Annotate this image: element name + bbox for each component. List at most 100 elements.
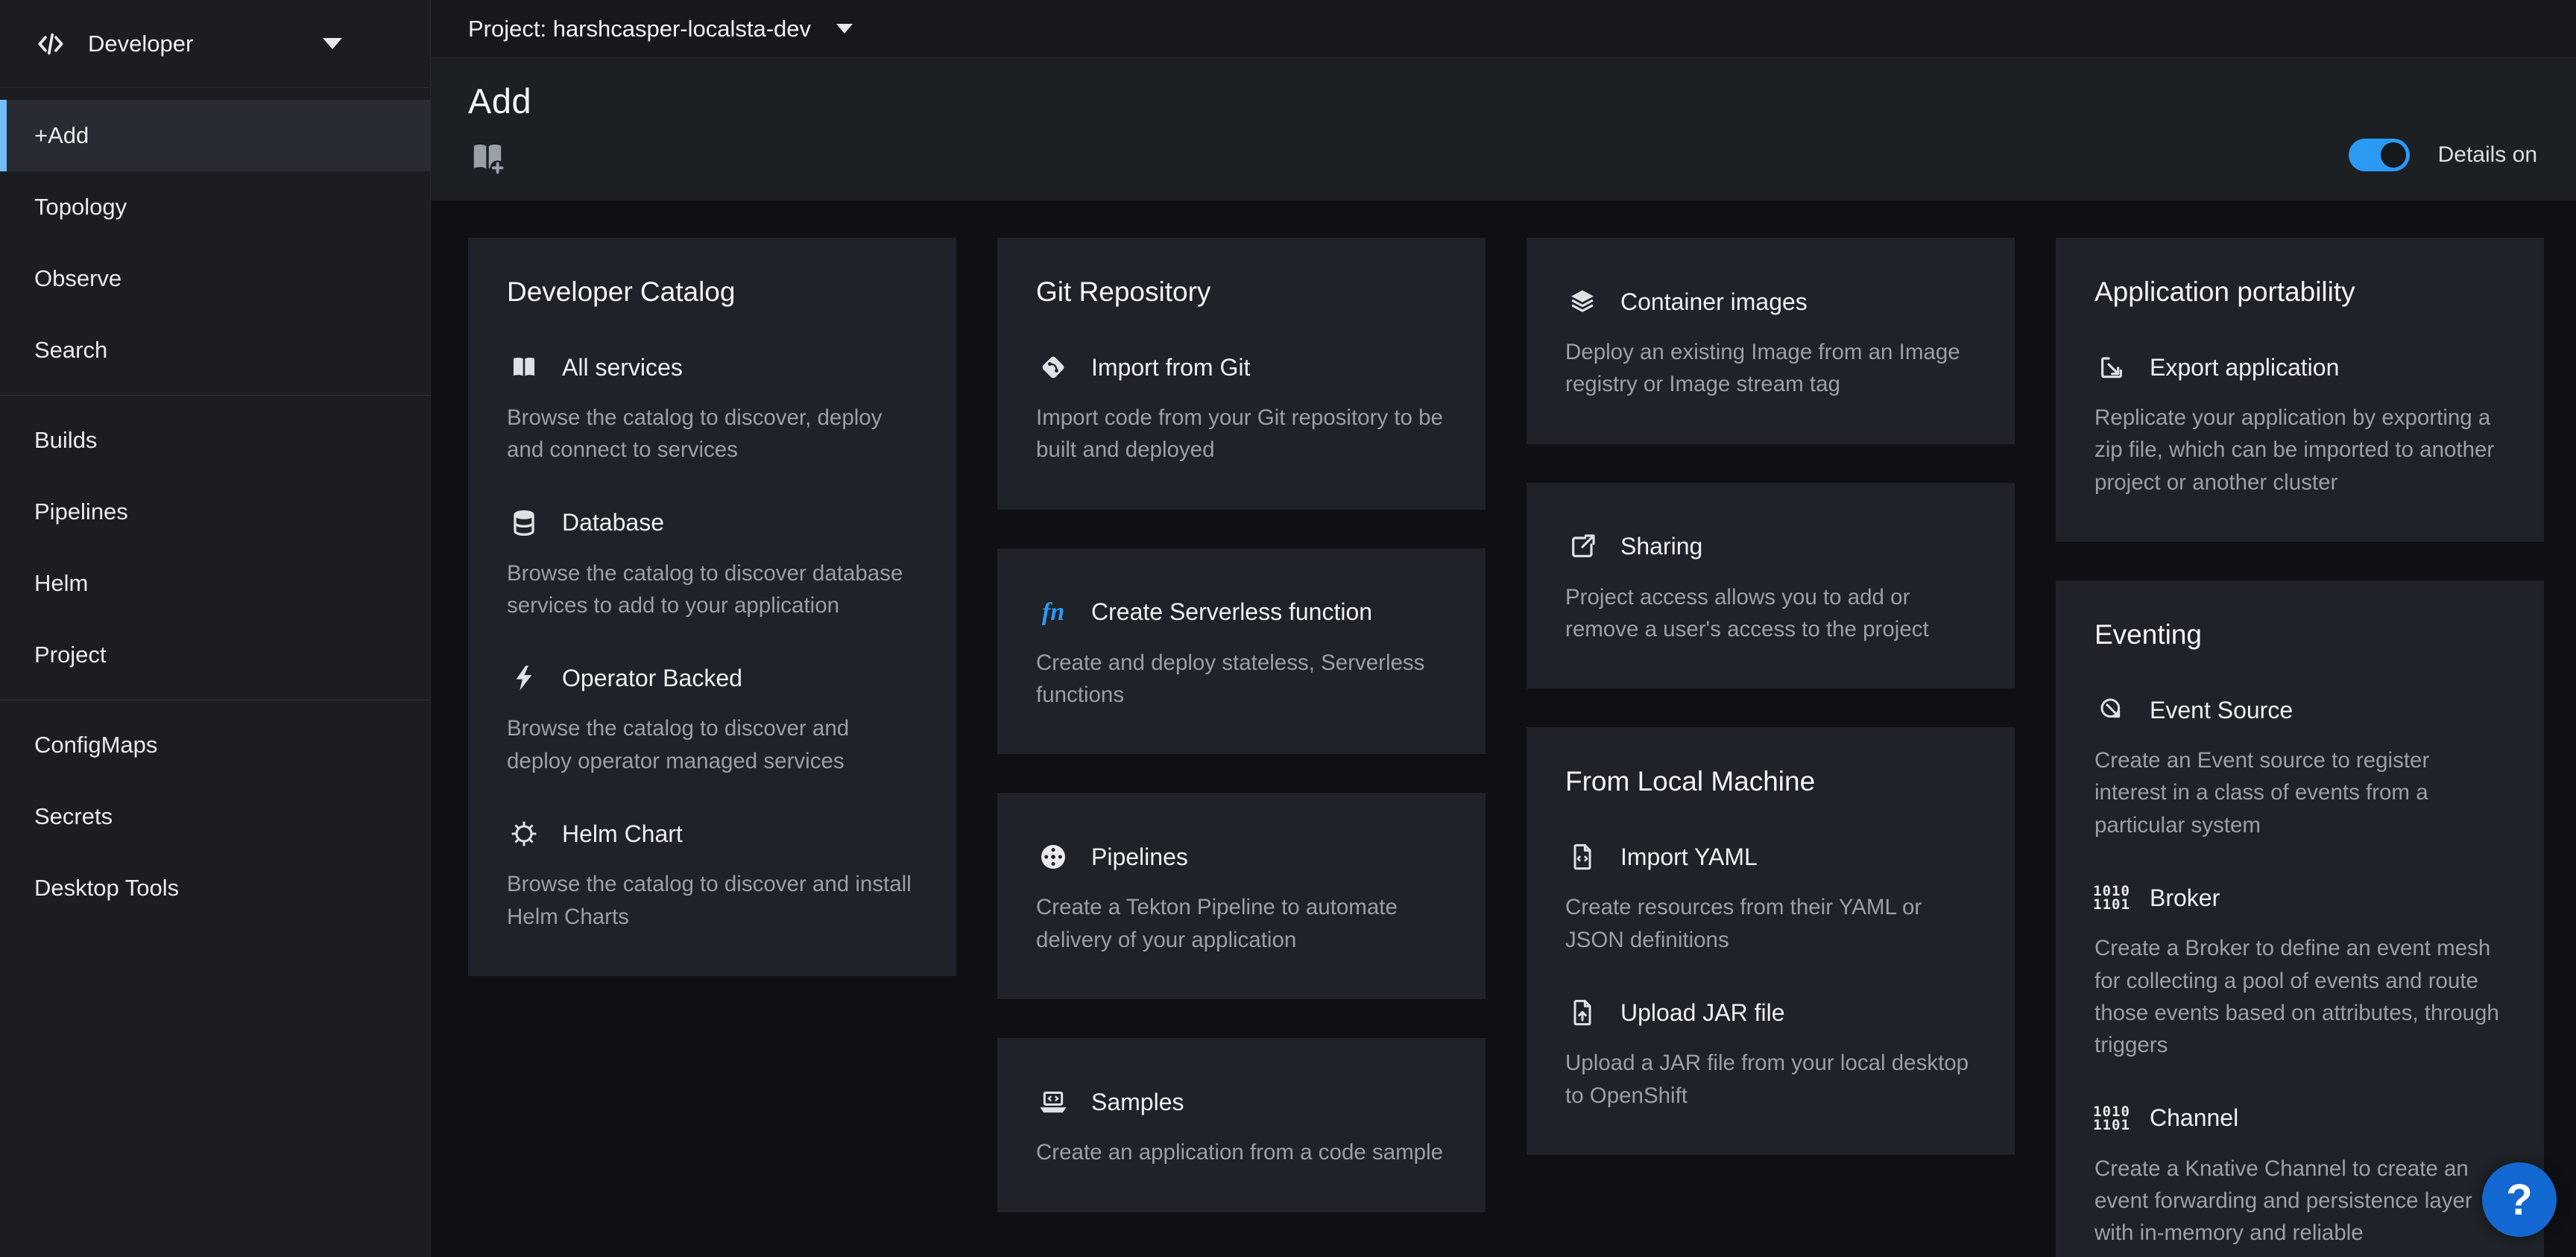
sidebar-item-project[interactable]: Project xyxy=(0,619,430,691)
channel-icon: 1010 1101 xyxy=(2094,1104,2129,1133)
sidebar-item-configmaps[interactable]: ConfigMaps xyxy=(0,709,430,781)
add-action-export-application[interactable]: Export application Replicate your applica… xyxy=(2094,352,2505,498)
sidebar-item-topology[interactable]: Topology xyxy=(0,171,430,243)
details-switch[interactable] xyxy=(2349,139,2410,171)
details-toggle-group: Details on xyxy=(2349,139,2537,171)
main-area: Project: harshcasper-localsta-dev Add De… xyxy=(431,0,2576,1257)
item-label: Channel xyxy=(2150,1104,2238,1132)
details-switch-knob xyxy=(2381,142,2406,168)
item-description: Replicate your application by exporting … xyxy=(2094,402,2505,498)
item-header: 1010 1101 Channel xyxy=(2094,1104,2505,1133)
perspective-switcher[interactable]: Developer xyxy=(0,0,430,88)
item-header: Helm Chart xyxy=(507,819,918,849)
item-description: Create a Broker to define an event mesh … xyxy=(2094,932,2505,1061)
card-create-serverless-function: fnCreate Serverless functionCreate and d… xyxy=(997,548,1486,755)
item-header: Event Source xyxy=(2094,695,2505,725)
item-header: Upload JAR file xyxy=(1565,998,1976,1028)
item-header: Database xyxy=(507,508,918,538)
card-title: Developer Catalog xyxy=(507,276,918,308)
yaml-file-icon xyxy=(1565,842,1600,872)
add-action-import-from-git[interactable]: Import from GitImport code from your Git… xyxy=(1036,352,1447,466)
sidebar-item-secrets[interactable]: Secrets xyxy=(0,781,430,852)
item-label: Samples xyxy=(1091,1089,1184,1116)
add-action-channel[interactable]: 1010 1101ChannelCreate a Knative Channel… xyxy=(2094,1104,2505,1250)
item-description: Deploy an existing Image from an Image r… xyxy=(1565,336,1976,401)
add-action-broker[interactable]: 1010 1101Broker Create a Broker to define… xyxy=(2094,883,2505,1061)
item-label: Helm Chart xyxy=(562,820,683,848)
page-title: Add xyxy=(468,80,2534,121)
card-title: Eventing xyxy=(2094,619,2505,650)
item-header: Samples xyxy=(1036,1087,1447,1117)
tekton-icon xyxy=(1036,842,1070,872)
help-button[interactable]: ? xyxy=(2482,1162,2557,1237)
item-label: Import from Git xyxy=(1091,354,1250,381)
chevron-down-icon xyxy=(323,38,342,49)
card-column: Developer Catalog All servicesBrowse the … xyxy=(468,238,956,976)
item-header: fnCreate Serverless function xyxy=(1036,598,1447,627)
item-header: Pipelines xyxy=(1036,842,1447,872)
project-bar: Project: harshcasper-localsta-dev xyxy=(431,0,2576,58)
add-action-all-services[interactable]: All servicesBrowse the catalog to discov… xyxy=(507,352,918,466)
sidebar-item-add[interactable]: +Add xyxy=(0,100,430,171)
card-title: From Local Machine xyxy=(1565,766,1976,797)
page-header: Add Details on xyxy=(431,58,2576,200)
item-description: Create a Tekton Pipeline to automate del… xyxy=(1036,891,1447,956)
add-action-samples[interactable]: Samples Create an application from a code… xyxy=(1036,1087,1447,1168)
card-eventing: Eventing Event SourceCreate an Event sour… xyxy=(2056,580,2544,1257)
item-label: Event Source xyxy=(2150,697,2293,724)
nav-divider xyxy=(0,395,430,396)
item-label: Upload JAR file xyxy=(1620,999,1785,1027)
sidebar-item-helm[interactable]: Helm xyxy=(0,548,430,619)
sidebar-item-observe[interactable]: Observe xyxy=(0,243,430,314)
item-label: Pipelines xyxy=(1091,843,1188,871)
card-application-portability: Application portabilityExport applicatio… xyxy=(2056,238,2544,542)
item-description: Browse the catalog to discover and deplo… xyxy=(507,712,918,777)
item-header: Import from Git xyxy=(1036,352,1447,382)
item-description: Create an application from a code sample xyxy=(1036,1136,1447,1168)
card-pipelines: Pipelines Create a Tekton Pipeline to aut… xyxy=(997,793,1486,999)
item-description: Upload a JAR file from your local deskto… xyxy=(1565,1047,1976,1112)
sidebar-item-search[interactable]: Search xyxy=(0,314,430,386)
sidebar-item-desktop-tools[interactable]: Desktop Tools xyxy=(0,852,430,924)
sidebar-nav: +AddTopologyObserveSearch BuildsPipelines… xyxy=(0,88,430,924)
item-label: Import YAML xyxy=(1620,843,1758,871)
add-action-sharing[interactable]: SharingProject access allows you to add … xyxy=(1565,532,1976,646)
event-source-icon xyxy=(2094,695,2129,725)
share-icon xyxy=(1565,532,1600,562)
card-developer-catalog: Developer Catalog All servicesBrowse the … xyxy=(468,238,956,976)
broker-icon: 1010 1101 xyxy=(2094,883,2129,913)
item-description: Browse the catalog to discover and insta… xyxy=(507,868,918,933)
add-action-event-source[interactable]: Event SourceCreate an Event source to re… xyxy=(2094,695,2505,841)
item-description: Browse the catalog to discover database … xyxy=(507,557,918,622)
project-dropdown[interactable]: Project: harshcasper-localsta-dev xyxy=(468,16,853,42)
card-container-images: Container imagesDeploy an existing Image… xyxy=(1527,238,2015,444)
item-header: Operator Backed xyxy=(507,663,918,693)
add-action-helm-chart[interactable]: Helm Chart Browse the catalog to discover… xyxy=(507,819,918,933)
item-header: Import YAML xyxy=(1565,842,1976,872)
add-action-import-yaml[interactable]: Import YAMLCreate resources from their Y… xyxy=(1565,842,1976,956)
samples-icon xyxy=(1036,1087,1070,1117)
item-header: 1010 1101Broker xyxy=(2094,883,2505,913)
project-dropdown-label: Project: harshcasper-localsta-dev xyxy=(468,16,811,42)
card-from-local-machine: From Local Machine Import YAMLCreate reso… xyxy=(1527,727,2015,1154)
item-description: Project access allows you to add or remo… xyxy=(1565,581,1976,646)
item-label: Export application xyxy=(2150,354,2339,381)
item-description: Browse the catalog to discover, deploy a… xyxy=(507,402,918,466)
add-action-operator-backed[interactable]: Operator Backed Browse the catalog to dis… xyxy=(507,663,918,777)
book-plus-icon[interactable] xyxy=(468,138,510,177)
add-action-database[interactable]: Database Browse the catalog to discover d… xyxy=(507,508,918,622)
sidebar-item-pipelines[interactable]: Pipelines xyxy=(0,476,430,548)
add-action-pipelines[interactable]: Pipelines Create a Tekton Pipeline to aut… xyxy=(1036,842,1447,956)
add-page-content: Developer Catalog All servicesBrowse the … xyxy=(431,200,2576,1257)
add-action-container-images[interactable]: Container imagesDeploy an existing Image… xyxy=(1565,287,1976,401)
sidebar-item-builds[interactable]: Builds xyxy=(0,405,430,476)
add-action-create-serverless-function[interactable]: fnCreate Serverless functionCreate and d… xyxy=(1036,598,1447,712)
add-action-upload-jar-file[interactable]: Upload JAR file Upload a JAR file from yo… xyxy=(1565,998,1976,1112)
sidebar: Developer +AddTopologyObserveSearch Build… xyxy=(0,0,431,1257)
database-icon xyxy=(507,508,541,538)
item-label: Create Serverless function xyxy=(1091,598,1372,626)
item-label: Database xyxy=(562,509,664,536)
card-sharing: SharingProject access allows you to add … xyxy=(1527,483,2015,689)
export-icon xyxy=(2094,352,2129,382)
card-column: Container imagesDeploy an existing Image… xyxy=(1527,238,2015,1155)
